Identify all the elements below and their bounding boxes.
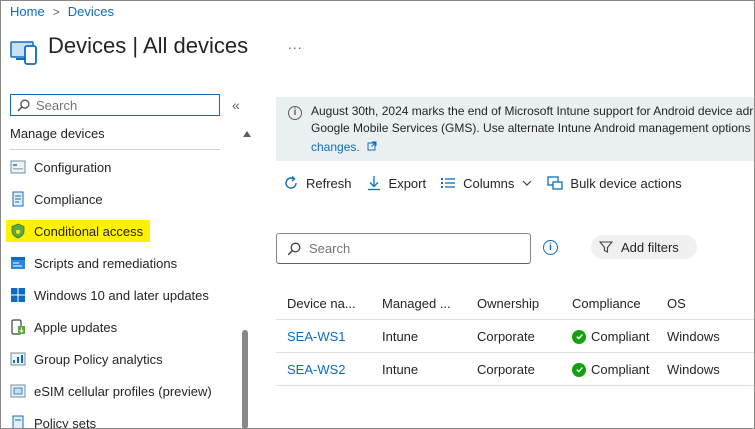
info-banner: i August 30th, 2024 marks the end of Mic… — [276, 97, 755, 161]
managed-by-cell: Intune — [382, 362, 419, 377]
add-filters-button[interactable]: Add filters — [591, 235, 697, 259]
esim-icon — [10, 384, 26, 398]
column-header-managed-by[interactable]: Managed ... — [382, 287, 467, 320]
external-link-icon[interactable] — [367, 141, 377, 151]
add-filters-label: Add filters — [621, 239, 679, 255]
info-banner-text: August 30th, 2024 marks the end of Micro… — [311, 103, 755, 156]
sidebar-item-label: Windows 10 and later updates — [34, 287, 209, 303]
chevron-down-icon — [522, 180, 532, 186]
policy-sets-icon — [12, 415, 24, 429]
column-header-ownership[interactable]: Ownership — [477, 287, 562, 320]
section-header-manage-devices[interactable]: Manage devices — [10, 126, 105, 141]
refresh-button[interactable]: Refresh — [283, 175, 352, 191]
sidebar-item-group-policy[interactable]: Group Policy analytics — [6, 348, 163, 370]
sidebar-item-compliance[interactable]: Compliance — [6, 188, 103, 210]
breadcrumb: Home > Devices — [10, 4, 114, 19]
export-button[interactable]: Export — [366, 175, 427, 191]
sidebar-item-esim[interactable]: eSIM cellular profiles (preview) — [6, 380, 212, 402]
ownership-cell: Corporate — [477, 329, 535, 344]
columns-icon — [441, 178, 456, 188]
sidebar-item-label: Group Policy analytics — [34, 351, 163, 367]
sidebar-item-label: Apple updates — [34, 319, 118, 335]
refresh-label: Refresh — [306, 175, 352, 191]
download-icon — [367, 176, 380, 191]
shield-icon — [11, 223, 25, 239]
column-header-os[interactable]: OS — [667, 287, 755, 320]
os-cell: Windows — [667, 329, 720, 344]
more-options-button[interactable]: ... — [288, 36, 303, 52]
info-banner-line1: August 30th, 2024 marks the end of Micro… — [311, 104, 754, 118]
managed-by-cell: Intune — [382, 329, 419, 344]
configuration-icon — [10, 160, 26, 174]
breadcrumb-separator: > — [52, 4, 60, 19]
bulk-device-actions-button[interactable]: Bulk device actions — [547, 175, 682, 191]
export-label: Export — [388, 175, 427, 191]
sidebar-scrollbar[interactable] — [242, 330, 248, 429]
compliant-check-icon — [572, 329, 586, 344]
refresh-icon — [285, 175, 297, 189]
table-row[interactable]: SEA-WS2 Intune Corporate Compliant Windo… — [276, 353, 755, 386]
device-name-link[interactable]: SEA-WS2 — [287, 353, 372, 386]
windows-icon — [11, 288, 25, 302]
column-header-device-name[interactable]: Device na... — [287, 287, 372, 320]
sidebar-item-label: Conditional access — [34, 223, 144, 239]
bulk-device-actions-label: Bulk device actions — [570, 175, 682, 191]
sidebar-item-label: Configuration — [34, 159, 112, 175]
apple-updates-icon — [11, 319, 25, 335]
filter-icon — [599, 241, 613, 253]
os-cell: Windows — [667, 362, 720, 377]
compliant-check-icon — [572, 362, 586, 377]
breadcrumb-home[interactable]: Home — [10, 4, 45, 19]
sidebar-item-scripts[interactable]: Scripts and remediations — [6, 252, 177, 274]
table-header: Device na... Managed ... Ownership Compl… — [276, 287, 755, 320]
page-title: Devices | All devices — [48, 33, 249, 58]
device-name-link[interactable]: SEA-WS1 — [287, 320, 372, 353]
sidebar-item-label: eSIM cellular profiles (preview) — [34, 383, 212, 399]
compliance-cell: Compliant — [572, 320, 662, 353]
device-search[interactable] — [276, 233, 531, 264]
breadcrumb-devices[interactable]: Devices — [68, 4, 114, 19]
device-search-input[interactable] — [309, 241, 509, 256]
info-icon: i — [288, 106, 302, 120]
sidebar-search-input[interactable] — [36, 97, 216, 113]
changes-link[interactable]: changes. — [311, 140, 360, 154]
compliance-cell: Compliant — [572, 353, 662, 386]
columns-label: Columns — [463, 175, 515, 191]
columns-button[interactable]: Columns — [440, 175, 533, 191]
collapse-sidebar-button[interactable]: « — [232, 97, 240, 113]
info-banner-line2: Google Mobile Services (GMS). Use altern… — [311, 121, 755, 135]
column-header-compliance[interactable]: Compliance — [572, 287, 662, 320]
section-divider — [10, 149, 220, 150]
compliance-status: Compliant — [591, 362, 650, 377]
sidebar-item-conditional-access[interactable]: Conditional access — [6, 220, 150, 242]
search-icon — [287, 242, 301, 255]
table-row[interactable]: SEA-WS1 Intune Corporate Compliant Windo… — [276, 320, 755, 353]
sidebar-item-windows-updates[interactable]: Windows 10 and later updates — [6, 284, 209, 306]
scripts-icon — [11, 257, 25, 269]
sidebar-item-label: Compliance — [34, 191, 103, 207]
command-bar: Refresh Export Columns Bulk device actio… — [283, 175, 696, 191]
ownership-cell: Corporate — [477, 362, 535, 377]
sidebar-search[interactable] — [10, 94, 220, 116]
search-icon — [17, 99, 30, 111]
compliance-icon — [12, 191, 24, 207]
collapse-section-icon[interactable] — [243, 131, 251, 137]
compliance-status: Compliant — [591, 329, 650, 344]
group-policy-icon — [10, 352, 26, 366]
bulk-actions-icon — [547, 176, 564, 190]
sidebar-item-policy-sets[interactable]: Policy sets — [6, 412, 96, 429]
devices-table: Device na... Managed ... Ownership Compl… — [276, 287, 755, 386]
sidebar-item-label: Scripts and remediations — [34, 255, 178, 271]
sidebar-item-label: Policy sets — [34, 415, 97, 429]
sidebar-item-apple-updates[interactable]: Apple updates — [6, 316, 117, 338]
devices-icon — [10, 41, 37, 65]
search-info-icon[interactable]: i — [543, 240, 558, 255]
sidebar-item-configuration[interactable]: Configuration — [6, 156, 111, 178]
